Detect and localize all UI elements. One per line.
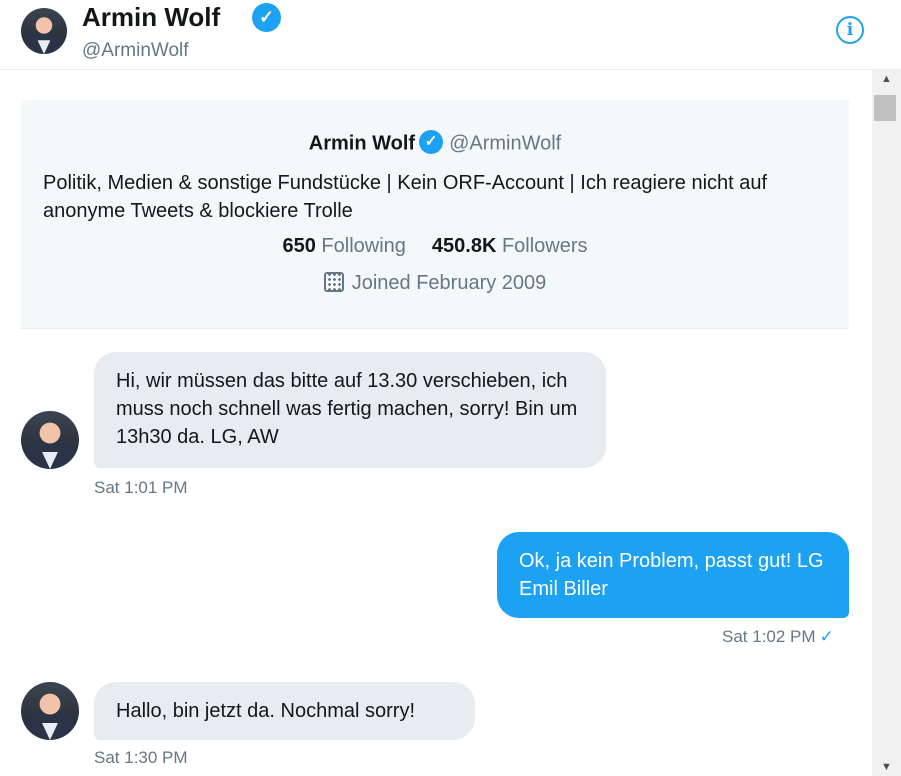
joined-date: Joined February 2009 [351,272,547,294]
conversation-header: Armin Wolf ✓ @ArminWolf i [0,0,901,70]
scroll-up-arrow-icon[interactable]: ▲ [872,70,901,88]
profile-card[interactable]: Armin Wolf ✓ @ArminWolf Politik, Medien & … [21,100,849,329]
message-timestamp: Sat 1:02 PM [722,627,816,646]
following-stat[interactable]: 650 Following [282,235,405,257]
message-bubble-incoming[interactable]: Hallo, bin jetzt da. Nochmal sorry! [94,682,475,740]
message-timestamp: Sat 1:01 PM [94,478,188,497]
profile-avatar[interactable] [21,8,67,54]
following-label: Following [321,235,406,257]
sender-avatar[interactable] [21,411,79,469]
verified-badge-icon: ✓ [252,3,281,32]
profile-name[interactable]: Armin Wolf [82,2,220,33]
message-bubble-outgoing[interactable]: Ok, ja kein Problem, passt gut! LG Emil … [497,532,849,618]
sender-avatar[interactable] [21,682,79,740]
followers-label: Followers [501,235,588,257]
profile-joined: Joined February 2009 [21,271,849,295]
info-icon[interactable]: i [836,16,864,44]
profile-stats: 650 Following 450.8K Followers [21,235,849,258]
message-timestamp: Sat 1:30 PM [94,748,188,767]
verified-badge-icon: ✓ [419,130,444,154]
calendar-icon [323,271,344,292]
profile-card-name: Armin Wolf [308,132,416,155]
profile-card-title: Armin Wolf ✓ @ArminWolf [21,130,849,156]
following-count: 650 [282,235,316,257]
followers-count: 450.8K [431,235,497,257]
profile-handle[interactable]: @ArminWolf [82,40,189,62]
message-timestamp-row: Sat 1:02 PM ✓ [722,627,834,647]
profile-bio: Politik, Medien & sonstige Fundstücke | … [43,172,768,222]
sent-check-icon: ✓ [819,627,834,646]
scroll-down-arrow-icon[interactable]: ▼ [872,758,901,776]
message-bubble-incoming[interactable]: Hi, wir müssen das bitte auf 13.30 versc… [94,352,606,468]
followers-stat[interactable]: 450.8K Followers [432,235,588,257]
profile-card-handle: @ArminWolf [449,132,562,155]
vertical-scrollbar[interactable]: ▲ ▼ [872,70,901,776]
scrollbar-thumb[interactable] [874,95,896,121]
